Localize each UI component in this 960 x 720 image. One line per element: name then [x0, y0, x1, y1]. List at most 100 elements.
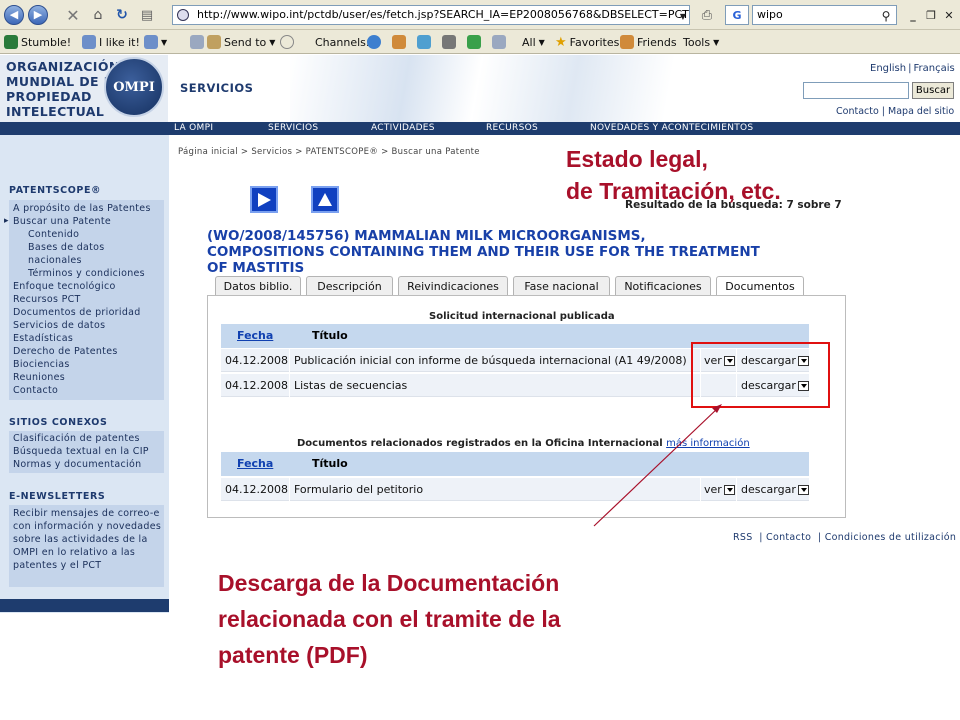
annotation-download: Descarga de la Documentación relacionada…: [218, 570, 561, 668]
sidebar-subitem[interactable]: Bases de datos: [28, 242, 105, 253]
back-to-list-button[interactable]: [311, 186, 339, 213]
thumbs-down-icon: [144, 35, 158, 49]
forward-icon[interactable]: ▶: [28, 5, 48, 25]
print-icon[interactable]: ⎙: [698, 5, 716, 25]
sidebar-heading-patentscope: PATENTSCOPE®: [9, 185, 102, 196]
sidebar-item[interactable]: Estadísticas: [13, 333, 73, 344]
address-bar[interactable]: http://www.wipo.int/pctdb/user/es/fetch.…: [172, 5, 690, 25]
people-icon[interactable]: [392, 35, 406, 49]
stop-icon[interactable]: ✕: [64, 5, 82, 25]
browser-search-input[interactable]: wipo: [752, 5, 897, 25]
minimize-icon[interactable]: _: [906, 5, 920, 25]
address-dropdown-icon[interactable]: ▼: [678, 6, 688, 26]
star-icon: ★: [555, 34, 567, 50]
channel-icons: [367, 33, 506, 51]
nav-novedades[interactable]: NOVEDADES Y ACONTECIMIENTOS: [590, 122, 753, 135]
game-icon[interactable]: [467, 35, 481, 49]
banner-image: [290, 55, 760, 122]
sidebar-item[interactable]: Enfoque tecnológico: [13, 281, 116, 292]
tab-fase-nacional[interactable]: Fase nacional: [513, 276, 610, 296]
column-header-titulo: Título: [312, 457, 348, 470]
sidebar-item-active[interactable]: Buscar una Patente: [4, 216, 111, 227]
search-icon[interactable]: ⚲: [878, 6, 894, 26]
row-titulo: Formulario del petitorio: [294, 483, 424, 496]
newsletter-link[interactable]: Recibir mensajes de correo-e con informa…: [13, 507, 163, 572]
globe-icon[interactable]: [367, 35, 381, 49]
row-fecha: 04.12.2008: [225, 379, 288, 392]
row-fecha: 04.12.2008: [225, 483, 288, 496]
sort-fecha-link[interactable]: Fecha: [237, 324, 273, 348]
section-title: SERVICIOS: [180, 81, 254, 95]
tab-datos-biblio[interactable]: Datos biblio.: [215, 276, 301, 296]
sidebar-item[interactable]: Servicios de datos: [13, 320, 105, 331]
tools-button[interactable]: Tools ▼: [683, 33, 719, 51]
main-nav: LA OMPI SERVICIOS ACTIVIDADES RECURSOS N…: [0, 122, 960, 135]
photo-icon[interactable]: [417, 35, 431, 49]
sidebar-item[interactable]: Biociencias: [13, 359, 70, 370]
refresh-icon[interactable]: ↻: [113, 5, 131, 25]
back-icon[interactable]: ◀: [4, 5, 24, 25]
sidebar-subitem[interactable]: Términos y condiciones: [28, 268, 145, 279]
tab-descripcion[interactable]: Descripción: [306, 276, 393, 296]
close-icon[interactable]: ✕: [942, 5, 956, 25]
buscar-button[interactable]: Buscar: [912, 82, 954, 99]
sort-fecha-link[interactable]: Fecha: [237, 452, 273, 476]
site-map-link[interactable]: Mapa del sitio: [888, 106, 954, 117]
footer-contacto-link[interactable]: Contacto: [766, 532, 811, 543]
nav-actividades[interactable]: ACTIVIDADES: [371, 122, 435, 135]
sidebar-item[interactable]: Documentos de prioridad: [13, 307, 141, 318]
row-titulo: Listas de secuencias: [294, 379, 408, 392]
site-search-input[interactable]: [803, 82, 909, 99]
stumble-button[interactable]: Stumble!: [4, 33, 71, 51]
stumbleupon-icon: [4, 35, 18, 49]
sidebar-item[interactable]: Normas y documentación: [13, 459, 141, 470]
nav-la-ompi[interactable]: LA OMPI: [174, 122, 213, 135]
ompi-logo[interactable]: OMPI: [104, 57, 164, 117]
lang-fr-link[interactable]: Français: [913, 63, 954, 74]
dislike-button[interactable]: ▼: [144, 33, 167, 51]
search-engine-selector[interactable]: G: [725, 5, 749, 25]
sidebar-item[interactable]: A propósito de las Patentes: [13, 203, 151, 214]
sidebar-footer-bar: [0, 599, 169, 612]
condiciones-link[interactable]: Condiciones de utilización: [825, 532, 957, 543]
sidebar-item[interactable]: Clasificación de patentes: [13, 433, 140, 444]
contacto-link[interactable]: Contacto: [836, 106, 879, 117]
friends-icon: [620, 35, 634, 49]
lang-en-link[interactable]: English: [870, 63, 906, 74]
play-icon: [258, 192, 271, 207]
sidebar-item[interactable]: Derecho de Patentes: [13, 346, 118, 357]
sidebar-item[interactable]: Reuniones: [13, 372, 65, 383]
next-result-button[interactable]: [250, 186, 278, 213]
tab-documentos[interactable]: Documentos: [716, 276, 804, 297]
footer-links: RSS | Contacto | Condiciones de utilizac…: [733, 532, 957, 543]
sidebar-item[interactable]: Recursos PCT: [13, 294, 81, 305]
sidebar-subitem[interactable]: Contenido: [28, 229, 79, 240]
tab-notificaciones[interactable]: Notificaciones: [615, 276, 711, 296]
rss-link[interactable]: RSS: [733, 532, 753, 543]
speech-bubble-icon: [280, 35, 294, 49]
sidebar-item[interactable]: Búsqueda textual en la CIP: [13, 446, 149, 457]
send-to-button[interactable]: Send to ▼: [190, 33, 275, 51]
like-button[interactable]: I like it!: [82, 33, 140, 51]
section-title-published: Solicitud internacional publicada: [429, 311, 615, 322]
dropdown-arrow-icon[interactable]: [797, 485, 809, 495]
column-header-titulo: Título: [312, 329, 348, 342]
restore-icon[interactable]: ❐: [924, 5, 938, 25]
descargar-link[interactable]: descargar: [741, 478, 809, 501]
all-channels-button[interactable]: All ▼: [522, 33, 545, 51]
tv-icon[interactable]: [442, 35, 456, 49]
comment-button[interactable]: [280, 33, 294, 51]
up-arrow-icon: [318, 192, 332, 206]
nav-recursos[interactable]: RECURSOS: [486, 122, 538, 135]
friends-button[interactable]: Friends: [620, 33, 677, 51]
tag-icon: [190, 35, 204, 49]
page-icon[interactable]: ▤: [138, 5, 156, 25]
sidebar-subitem[interactable]: nacionales: [28, 255, 82, 266]
nav-servicios[interactable]: SERVICIOS: [268, 122, 318, 135]
annotation-arrow: [593, 404, 722, 527]
favorites-button[interactable]: ★ Favorites: [555, 33, 619, 51]
home-icon[interactable]: ⌂: [89, 5, 107, 25]
sidebar-item[interactable]: Contacto: [13, 385, 58, 396]
tag-icon[interactable]: [492, 35, 506, 49]
tab-reivindicaciones[interactable]: Reivindicaciones: [398, 276, 508, 296]
